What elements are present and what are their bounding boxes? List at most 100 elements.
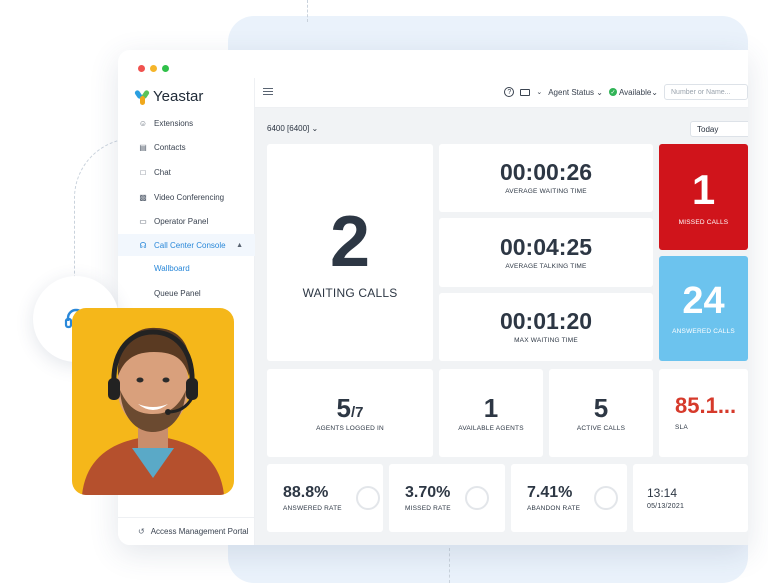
search-input[interactable]: Number or Name...: [664, 84, 748, 100]
average-waiting-time-card: 00:00:26 AVERAGE WAITING TIME: [439, 144, 653, 212]
logo[interactable]: Yeastar: [133, 88, 203, 105]
answered-calls-label: ANSWERED CALLS: [672, 328, 735, 335]
waiting-calls-label: WAITING CALLS: [302, 285, 398, 300]
active-calls-card: 5 ACTIVE CALLS: [549, 369, 653, 457]
agents-logged-in-card: 5/7 AGENTS LOGGED IN: [267, 369, 433, 457]
answered-rate-value: 88.8%: [283, 483, 329, 501]
availability-label: Available: [618, 87, 652, 97]
sidebar-item-contacts[interactable]: ▤ Contacts: [118, 136, 255, 158]
max-waiting-time-label: MAX WAITING TIME: [514, 337, 578, 344]
average-waiting-time-label: AVERAGE WAITING TIME: [505, 188, 587, 195]
missed-rate-value: 3.70%: [405, 483, 451, 501]
missed-rate-label: MISSED RATE: [405, 504, 451, 512]
active-calls-label: ACTIVE CALLS: [576, 424, 626, 432]
sidebar-subitem-wallboard[interactable]: Wallboard: [118, 258, 255, 278]
chevron-down-icon: ⌄: [651, 87, 658, 97]
chevron-down-icon: ⌄: [594, 87, 603, 97]
answered-rate-ring: [355, 486, 380, 510]
sidebar-item-extensions[interactable]: ☺ Extensions: [118, 112, 255, 134]
chevron-down-icon: ⌄: [311, 124, 319, 133]
agents-logged-in-total: /7: [350, 403, 364, 421]
available-agents-label: AVAILABLE AGENTS: [458, 424, 524, 432]
sla-value: 85.1...: [675, 393, 737, 418]
sidebar-subitem-queue-panel[interactable]: Queue Panel: [118, 283, 255, 303]
abandon-rate-label: ABANDON RATE: [527, 504, 581, 512]
waiting-calls-card: 2 WAITING CALLS: [267, 144, 433, 361]
queue-selector[interactable]: 6400 [6400] ⌄: [267, 124, 318, 133]
chevron-down-icon[interactable]: ⌄: [536, 88, 542, 96]
minimize-dot[interactable]: [150, 65, 157, 72]
answered-calls-value: 24: [682, 280, 725, 322]
sla-label: SLA: [675, 424, 688, 431]
average-talking-time-value: 00:04:25: [499, 233, 593, 260]
missed-calls-value: 1: [691, 165, 716, 213]
decorative-dashed-line: [307, 0, 308, 22]
answered-rate-text: 88.8% ANSWERED RATE: [283, 483, 342, 512]
active-calls-value: 5: [593, 392, 609, 423]
agents-logged-in-value: 5/7: [337, 395, 364, 421]
availability-dropdown[interactable]: ✓ Available ⌄: [608, 87, 658, 97]
chat-icon: □: [140, 167, 146, 177]
agent-illustration: [82, 327, 224, 495]
average-talking-time-card: 00:04:25 AVERAGE TALKING TIME: [439, 218, 653, 287]
maximize-dot[interactable]: [162, 65, 169, 72]
abandon-rate-value: 7.41%: [527, 483, 573, 501]
agents-logged-in-count: 5: [336, 392, 351, 423]
sidebar-item-chat[interactable]: □ Chat: [118, 161, 255, 183]
decorative-dashed-line: [449, 548, 450, 583]
close-dot[interactable]: [138, 65, 145, 72]
answered-calls-card: 24 ANSWERED CALLS: [659, 256, 748, 361]
missed-rate-card: 3.70% MISSED RATE: [389, 464, 505, 532]
user-icon: ☺: [138, 118, 148, 128]
abandon-rate-text: 7.41% ABANDON RATE: [527, 483, 581, 512]
portal-icon: ↺: [138, 527, 145, 536]
chevron-up-icon: ▲: [236, 241, 243, 249]
agent-status-label: Agent Status: [548, 87, 595, 97]
agents-logged-in-label: AGENTS LOGGED IN: [316, 424, 384, 432]
sidebar-item-call-center-console[interactable]: ☊ Call Center Console ▲: [118, 234, 255, 256]
top-bar-controls: ? ⌄ Agent Status ⌄ ✓ Available ⌄ Number …: [504, 84, 748, 100]
help-icon[interactable]: ?: [504, 87, 515, 97]
wallboard-content: 6400 [6400] ⌄ Today 2 WAITING CALLS 00:0…: [255, 108, 748, 545]
access-management-portal-link[interactable]: ↺ Access Management Portal: [118, 517, 255, 545]
monitor-icon: ▭: [139, 216, 147, 226]
max-waiting-time-value: 00:01:20: [499, 308, 593, 334]
answered-rate-card: 88.8% ANSWERED RATE: [267, 464, 383, 532]
monitor-icon[interactable]: [520, 88, 531, 96]
menu-toggle-icon[interactable]: [263, 88, 273, 96]
sidebar-item-label: Extensions: [154, 118, 194, 128]
available-agents-card: 1 AVAILABLE AGENTS: [439, 369, 543, 457]
clock-time: 13:14: [647, 485, 678, 500]
agent-status-dropdown[interactable]: Agent Status ⌄: [548, 88, 603, 97]
sla-card: 85.1... SLA: [659, 369, 748, 457]
missed-calls-label: MISSED CALLS: [678, 218, 729, 226]
portal-label: Access Management Portal: [150, 527, 249, 536]
contacts-icon: ▤: [139, 142, 147, 152]
top-bar: ? ⌄ Agent Status ⌄ ✓ Available ⌄ Number …: [255, 78, 748, 108]
missed-rate-ring: [464, 486, 489, 510]
clock-date: 05/13/2021: [647, 502, 685, 510]
waiting-calls-value: 2: [329, 201, 371, 282]
sidebar-item-label: Contacts: [154, 142, 186, 152]
answered-rate-label: ANSWERED RATE: [283, 504, 342, 512]
clock-card: 13:14 05/13/2021: [633, 464, 748, 532]
max-waiting-time-card: 00:01:20 MAX WAITING TIME: [439, 293, 653, 361]
sidebar-item-label: Call Center Console: [154, 240, 226, 250]
headset-icon: ☊: [139, 240, 147, 250]
sidebar-item-operator-panel[interactable]: ▭ Operator Panel: [118, 210, 255, 232]
video-icon: ▩: [139, 192, 147, 202]
sidebar-item-label: Chat: [154, 167, 171, 177]
sidebar-subitem-label: Wallboard: [154, 263, 190, 273]
average-talking-time-label: AVERAGE TALKING TIME: [505, 262, 587, 270]
sidebar-subitem-label: Queue Panel: [154, 288, 201, 298]
sidebar-item-video-conferencing[interactable]: ▩ Video Conferencing: [118, 186, 255, 208]
check-icon: ✓: [608, 88, 617, 96]
period-select[interactable]: Today: [690, 121, 748, 137]
abandon-rate-card: 7.41% ABANDON RATE: [511, 464, 627, 532]
available-agents-value: 1: [483, 392, 499, 423]
abandon-rate-ring: [594, 486, 619, 510]
queue-label: 6400 [6400]: [267, 124, 310, 133]
yeastar-logo-icon: [133, 88, 151, 105]
missed-rate-text: 3.70% MISSED RATE: [405, 483, 451, 512]
sidebar-item-label: Video Conferencing: [154, 192, 225, 202]
